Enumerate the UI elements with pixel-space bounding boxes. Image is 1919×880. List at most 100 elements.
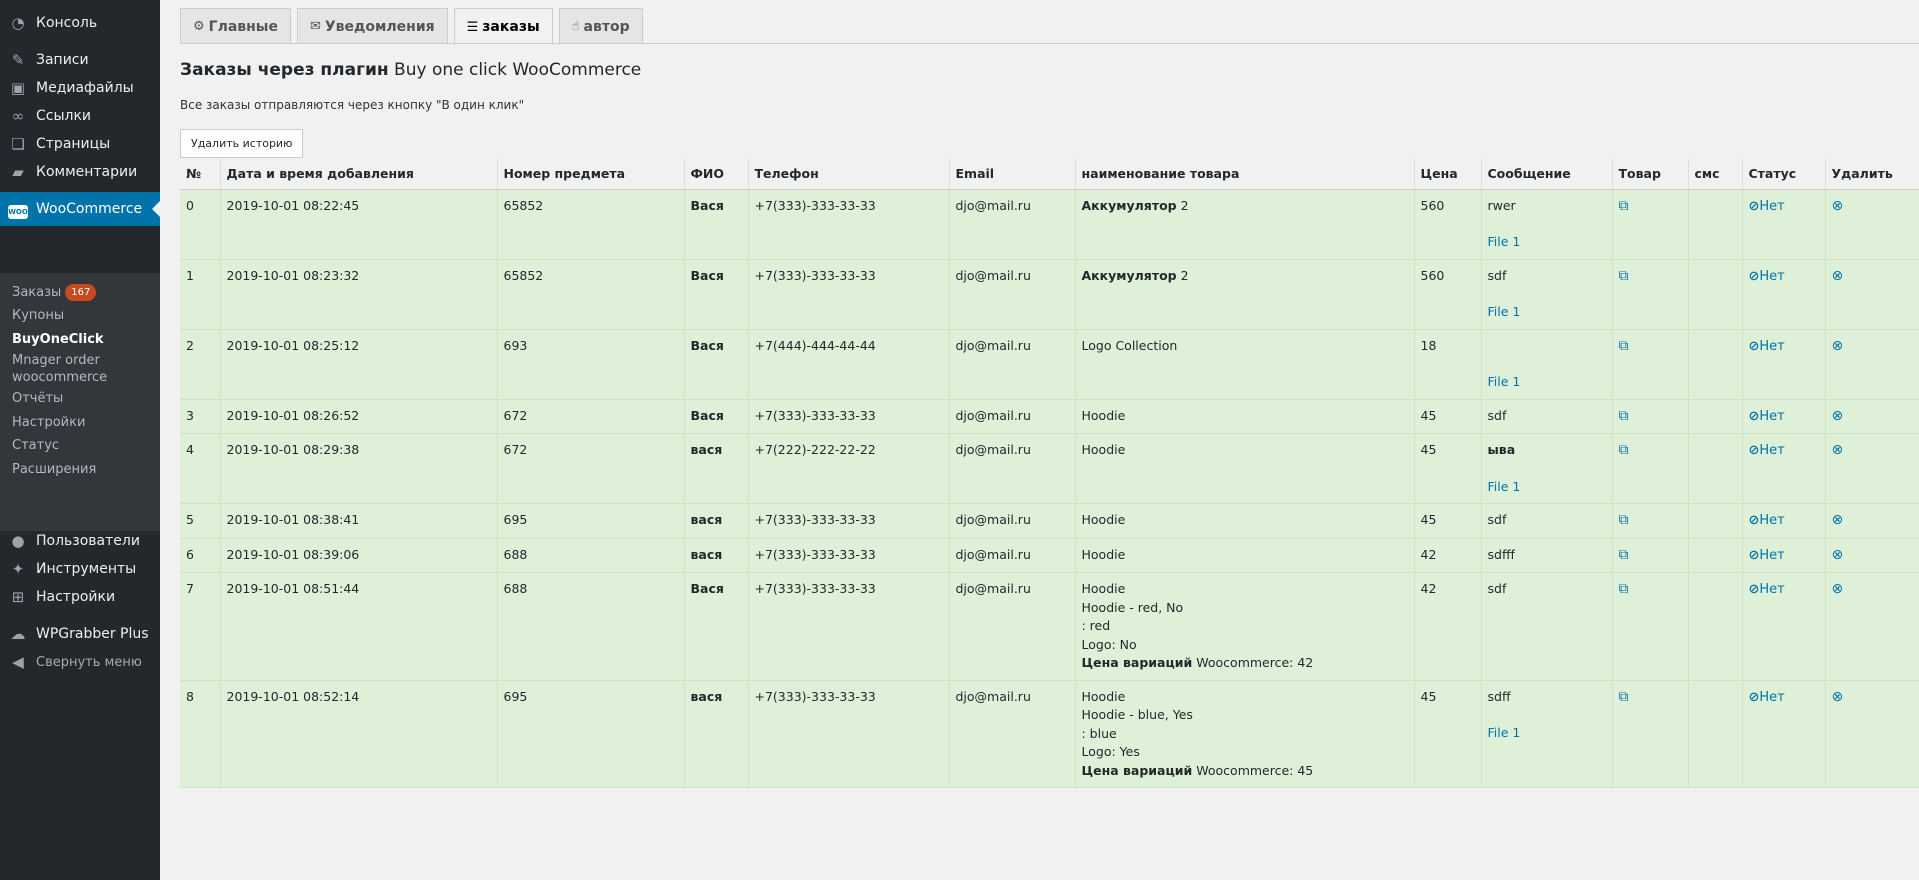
sidebar-item-comments[interactable]: ▰ Комментарии — [0, 155, 160, 189]
email: djo@mail.ru — [949, 538, 1076, 573]
external-link-icon[interactable]: ⧉ — [1619, 581, 1629, 597]
product-name: Hoodie — [1075, 399, 1415, 434]
customer-name: вася — [684, 680, 749, 788]
customer-name-text: Вася — [690, 337, 724, 353]
column-header: Номер предмета — [497, 159, 685, 190]
delete-circle-icon[interactable]: ⊗ — [1832, 442, 1844, 458]
tab-2[interactable]: ✉ Уведомления — [296, 8, 448, 44]
table-header-row: № Дата и время добавления Номер предмета ФИ… — [180, 159, 1919, 190]
price-text: 45 — [1420, 512, 1437, 527]
order-date: 2019-10-01 08:26:52 — [220, 399, 498, 434]
file-link[interactable]: File 1 — [1488, 724, 1606, 743]
delete-history-button[interactable]: Удалить историю — [180, 129, 304, 158]
delete-cell: ⊗ — [1825, 433, 1919, 504]
submenu-item[interactable]: Mnager order — [12, 353, 100, 368]
status-label: Нет — [1759, 582, 1785, 597]
delete-circle-icon[interactable]: ⊗ — [1832, 268, 1844, 284]
status-toggle[interactable]: ⊘Нет — [1749, 409, 1785, 424]
message: sdf — [1481, 399, 1613, 434]
item-number-text: 693 — [503, 337, 528, 353]
file-link[interactable]: File 1 — [1488, 303, 1606, 322]
external-link-icon[interactable]: ⧉ — [1619, 268, 1629, 284]
submenu-item[interactable]: Купоны — [12, 308, 64, 323]
message-text: sdf — [1487, 407, 1507, 423]
external-link-icon[interactable]: ⧉ — [1619, 512, 1629, 528]
delete-circle-icon[interactable]: ⊗ — [1832, 547, 1844, 563]
external-link-icon[interactable]: ⧉ — [1619, 408, 1629, 424]
settings-tabs: ⚙ Главные ✉ Уведомления ☰ заказы ☝ автор — [180, 8, 643, 45]
orders-count-badge: 167 — [65, 284, 97, 301]
status-toggle[interactable]: ⊘Нет — [1749, 269, 1785, 284]
email-text: djo@mail.ru — [955, 267, 1031, 283]
message: sdf — [1481, 572, 1613, 681]
main-content: ⚙ Главные ✉ Уведомления ☰ заказы ☝ автор Заказы… — [160, 0, 1919, 880]
tab-3[interactable]: ☰ заказы — [453, 8, 553, 45]
customer-name: вася — [684, 538, 749, 573]
status-toggle[interactable]: ⊘Нет — [1749, 548, 1785, 563]
table-row: 0 2019-10-01 08:22:45 65852 Вася +7(333)-333… — [180, 189, 1919, 260]
item-number-text: 672 — [503, 442, 528, 457]
product-line: Hoodie - red, No — [1082, 599, 1408, 618]
phone: +7(333)-333-33-33 — [748, 680, 950, 788]
delete-circle-icon[interactable]: ⊗ — [1832, 338, 1844, 354]
status-toggle[interactable]: ⊘Нет — [1749, 199, 1785, 214]
phone-text: +7(444)-444-44-44 — [754, 337, 876, 353]
status-toggle[interactable]: ⊘Нет — [1749, 513, 1785, 528]
sidebar-item-woocommerce[interactable]: WOO WooCommerce — [0, 192, 160, 226]
product-line: Цена вариаций Woocommerce: 42 — [1082, 654, 1408, 673]
product-line-text: Hoodie — [1081, 546, 1126, 562]
sidebar-item-settings[interactable]: ⊞ Настройки — [0, 580, 160, 614]
delete-circle-icon[interactable]: ⊗ — [1832, 689, 1844, 705]
envelope-icon: ✉ — [309, 19, 321, 34]
product-line-bold: Аккумулятор — [1081, 197, 1177, 213]
delete-circle-icon[interactable]: ⊗ — [1832, 198, 1844, 214]
external-link-icon[interactable]: ⧉ — [1619, 689, 1629, 705]
price-text: 42 — [1420, 546, 1437, 562]
external-link-icon[interactable]: ⧉ — [1619, 442, 1629, 458]
submenu-item[interactable]: Расширения — [12, 462, 96, 477]
order-number-text: 4 — [186, 442, 194, 457]
external-link-icon[interactable]: ⧉ — [1619, 338, 1629, 354]
product-name: Hoodie — [1075, 503, 1415, 539]
status-toggle[interactable]: ⊘Нет — [1749, 690, 1785, 705]
external-link-icon[interactable]: ⧉ — [1619, 198, 1629, 214]
message: sdff File 1 — [1481, 680, 1613, 788]
item-number-text: 65852 — [503, 197, 544, 213]
tab-4[interactable]: ☝ автор — [558, 8, 643, 44]
item-number: 672 — [497, 399, 685, 434]
status-toggle[interactable]: ⊘Нет — [1749, 582, 1785, 597]
customer-name: Вася — [684, 189, 749, 260]
product-line-text: 2 — [1176, 197, 1189, 213]
submenu-item[interactable]: Статус — [12, 438, 59, 453]
sidebar-item-collapse[interactable]: ◀ Свернуть меню — [0, 645, 160, 679]
delete-circle-icon[interactable]: ⊗ — [1832, 581, 1844, 597]
sidebar-item-console[interactable]: ◔ Консоль — [0, 6, 160, 40]
file-link[interactable]: File 1 — [1488, 478, 1606, 497]
price-text: 45 — [1420, 688, 1437, 704]
tab-1[interactable]: ⚙ Главные — [180, 8, 291, 44]
delete-circle-icon[interactable]: ⊗ — [1832, 408, 1844, 424]
product-name: Аккумулятор 2 — [1075, 259, 1415, 330]
product-line: Hoodie — [1082, 546, 1408, 565]
phone: +7(333)-333-33-33 — [748, 399, 950, 434]
submenu-item[interactable]: Заказы 167 — [12, 284, 97, 301]
file-link[interactable]: File 1 — [1488, 233, 1606, 252]
email: djo@mail.ru — [949, 572, 1076, 681]
product-name: Logo Collection — [1075, 329, 1415, 400]
submenu-item[interactable]: Отчёты — [12, 391, 63, 406]
status-label: Нет — [1759, 338, 1785, 354]
submenu-item[interactable]: Настройки — [12, 415, 85, 430]
column-header: Дата и время добавления — [220, 159, 498, 190]
item-number: 688 — [497, 572, 685, 681]
delete-circle-icon[interactable]: ⊗ — [1832, 512, 1844, 528]
product-line-text: Hoodie — [1081, 512, 1126, 527]
column-header: Статус — [1742, 159, 1826, 190]
product-line-text: : blue — [1081, 725, 1117, 741]
file-link[interactable]: File 1 — [1488, 373, 1606, 392]
status-toggle[interactable]: ⊘Нет — [1749, 443, 1785, 458]
external-link-icon[interactable]: ⧉ — [1619, 547, 1629, 563]
submenu-item[interactable]: BuyOneClick — [12, 332, 104, 347]
status-toggle[interactable]: ⊘Нет — [1749, 339, 1785, 354]
order-date-text: 2019-10-01 08:38:41 — [226, 512, 360, 527]
product-name: Аккумулятор 2 — [1075, 189, 1415, 260]
